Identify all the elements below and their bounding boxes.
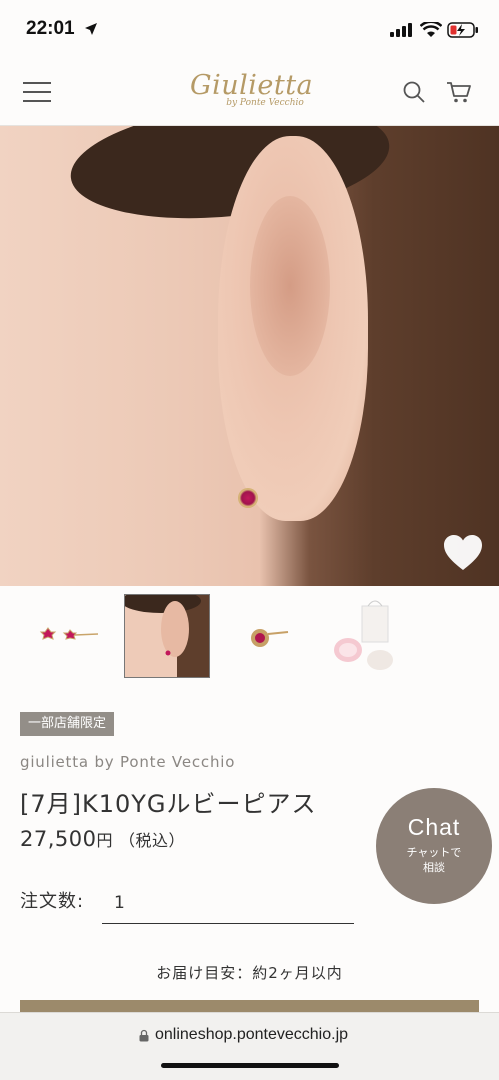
- chat-subtitle: チャットで相談: [406, 846, 462, 874]
- product-title: [7月]K10YGルビーピアス: [20, 790, 317, 818]
- chat-title: Chat: [407, 814, 461, 840]
- wifi-icon: [420, 22, 442, 37]
- browser-address-bar[interactable]: [0, 1012, 499, 1080]
- quantity-label: 注文数:: [20, 891, 85, 912]
- search-icon[interactable]: [402, 80, 426, 104]
- earring-pair-image: [39, 627, 99, 640]
- image-ear-inner-region: [250, 196, 330, 376]
- lock-icon: [139, 1029, 149, 1042]
- status-bar: 22:01: [0, 0, 499, 62]
- earring-closeup-image: [251, 629, 289, 647]
- signal-icon: [390, 23, 412, 37]
- price-unit: 円: [96, 831, 113, 850]
- heart-icon[interactable]: [442, 534, 484, 572]
- image-earring: [238, 488, 258, 508]
- limited-store-badge: 一部店舗限定: [20, 712, 115, 736]
- thumbnail-packaging[interactable]: [324, 594, 410, 678]
- status-time: 22:01: [26, 18, 75, 39]
- model-ear-image: [125, 595, 209, 677]
- location-arrow-icon: [85, 23, 97, 35]
- delivery-estimate: お届け目安：約2ヶ月以内: [156, 964, 343, 982]
- home-indicator[interactable]: [161, 1063, 339, 1068]
- browser-url[interactable]: onlineshop.pontevecchio.jp: [155, 1026, 348, 1044]
- product-price: 27,500円 （税込）: [20, 827, 185, 851]
- quantity-input[interactable]: [102, 882, 354, 924]
- thumbnail-earring-closeup[interactable]: [224, 594, 310, 678]
- thumbnail-earring-pair[interactable]: [18, 594, 104, 678]
- site-header: Giulietta by Ponte Vecchio: [0, 62, 499, 126]
- product-main-image[interactable]: [0, 126, 499, 586]
- price-tax-note: （税込）: [119, 831, 186, 850]
- cart-icon[interactable]: [446, 80, 472, 104]
- chat-button[interactable]: Chat チャットで相談: [376, 788, 492, 904]
- battery-charging-icon: [447, 22, 478, 38]
- product-brand[interactable]: giulietta by Ponte Vecchio: [20, 753, 235, 771]
- brand-logo[interactable]: Giulietta by Ponte Vecchio: [190, 70, 313, 118]
- packaging-image: [334, 600, 393, 670]
- thumbnail-model-ear[interactable]: [124, 594, 210, 678]
- thumbnail-strip: [0, 592, 499, 680]
- menu-icon[interactable]: [23, 82, 51, 104]
- price-amount: 27,500: [20, 827, 97, 851]
